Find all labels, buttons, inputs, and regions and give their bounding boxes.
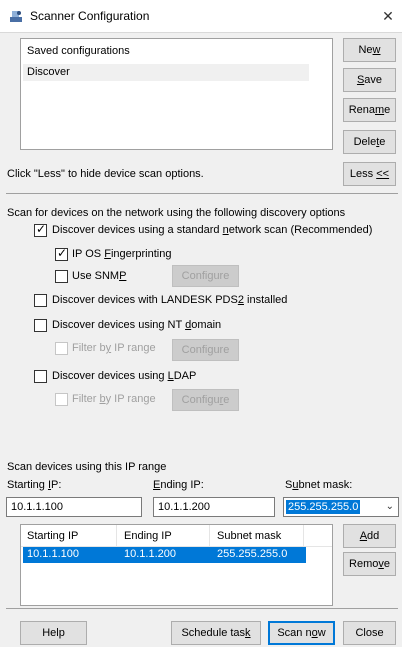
close-window-icon[interactable]: ✕ [374, 0, 402, 32]
snmp-configure-button: Configure [172, 265, 239, 287]
list-item[interactable]: Discover [27, 66, 70, 78]
new-button[interactable]: New [343, 38, 396, 62]
subnet-mask-value: 255.255.255.0 [286, 500, 361, 514]
nt-filter-label: Filter by IP range [72, 342, 156, 354]
close-button[interactable]: Close [343, 621, 396, 645]
less-button[interactable]: Less << [343, 162, 396, 186]
hint-text: Click "Less" to hide device scan options… [7, 168, 204, 180]
check-mark-icon: ✓ [36, 222, 47, 236]
scan-now-button[interactable]: Scan now [268, 621, 335, 645]
title-bar: Scanner Configuration ✕ [0, 0, 402, 33]
os-fingerprinting-label: IP OS Fingerprinting [72, 248, 172, 260]
discovery-options-intro: Scan for devices on the network using th… [7, 207, 346, 219]
starting-ip-input[interactable]: 10.1.1.100 [6, 497, 142, 517]
ending-ip-label: Ending IP: [153, 479, 204, 491]
table-cell: 255.255.255.0 [217, 548, 288, 560]
column-divider [303, 525, 304, 546]
pds2-label: Discover devices with LANDESK PDS2 insta… [52, 294, 288, 306]
help-button[interactable]: Help [20, 621, 87, 645]
table-row[interactable]: 10.1.1.100 10.1.1.200 255.255.255.0 [23, 547, 306, 563]
ending-ip-input[interactable]: 10.1.1.200 [153, 497, 275, 517]
ip-range-table[interactable]: Starting IP Ending IP Subnet mask 10.1.1… [20, 524, 333, 606]
scanner-app-icon [10, 11, 22, 22]
column-header[interactable]: Ending IP [124, 530, 172, 542]
ldap-label: Discover devices using LDAP [52, 370, 197, 382]
ldap-filter-label: Filter by IP range [72, 393, 156, 405]
standard-scan-label: Discover devices using a standard networ… [52, 224, 373, 236]
ldap-filter-checkbox [55, 393, 68, 406]
use-snmp-label: Use SNMP [72, 270, 127, 282]
divider [6, 608, 398, 609]
add-button[interactable]: Add [343, 524, 396, 548]
ip-range-heading: Scan devices using this IP range [7, 461, 167, 473]
column-divider [209, 525, 210, 546]
nt-configure-button: Configure [172, 339, 239, 361]
subnet-mask-label: Subnet mask: [285, 479, 353, 491]
save-button[interactable]: Save [343, 68, 396, 92]
ldap-checkbox[interactable] [34, 370, 47, 383]
starting-ip-label: Starting IP: [7, 479, 62, 491]
list-item[interactable]: Saved configurations [27, 45, 130, 57]
delete-button[interactable]: Delete [343, 130, 396, 154]
os-fingerprinting-checkbox[interactable]: ✓ [55, 246, 68, 261]
nt-domain-label: Discover devices using NT domain [52, 319, 222, 331]
use-snmp-checkbox[interactable] [55, 270, 68, 283]
subnet-mask-select[interactable]: 255.255.255.0 ⌄ [283, 497, 399, 517]
window-title: Scanner Configuration [30, 9, 150, 23]
divider [6, 193, 398, 194]
nt-filter-checkbox [55, 342, 68, 355]
column-header[interactable]: Subnet mask [217, 530, 281, 542]
nt-domain-checkbox[interactable] [34, 319, 47, 332]
column-header[interactable]: Starting IP [27, 530, 78, 542]
table-header: Starting IP Ending IP Subnet mask [21, 525, 332, 547]
table-cell: 10.1.1.100 [27, 548, 79, 560]
check-mark-icon: ✓ [57, 246, 68, 260]
standard-scan-checkbox[interactable]: ✓ [34, 222, 47, 237]
table-cell: 10.1.1.200 [124, 548, 176, 560]
pds2-checkbox[interactable] [34, 294, 47, 307]
saved-configurations-list[interactable]: Saved configurations Discover [20, 38, 333, 150]
chevron-down-icon[interactable]: ⌄ [386, 500, 394, 514]
column-divider [116, 525, 117, 546]
rename-button[interactable]: Rename [343, 98, 396, 122]
ldap-configure-button: Configure [172, 389, 239, 411]
remove-button[interactable]: Remove [343, 552, 396, 576]
schedule-task-button[interactable]: Schedule task [171, 621, 261, 645]
